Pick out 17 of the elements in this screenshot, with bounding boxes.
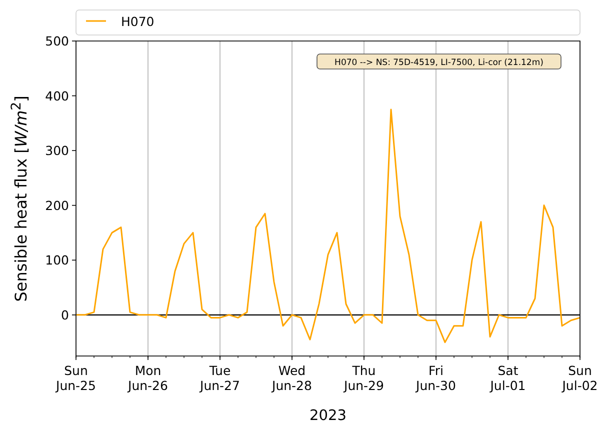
tick-label: Fri Jun-30 (416, 363, 456, 393)
tick-label: Wed Jun-28 (272, 363, 312, 393)
x-axis-label: 2023 (310, 408, 346, 424)
tick-label: 0 (61, 307, 69, 322)
tick-label: 400 (45, 88, 69, 104)
tick-label: Sun Jul-02 (562, 363, 598, 393)
annotation-text: H070 --> NS: 75D-4519, LI-7500, Li-cor (21.12m) (334, 58, 544, 68)
tick-label: Sat Jul-01 (490, 363, 526, 393)
tick-label: Thu Jun-29 (344, 363, 384, 393)
tick-label: Tue Jun-27 (200, 363, 240, 393)
tick-label: 100 (45, 252, 69, 268)
tick-label: 200 (45, 198, 69, 213)
tick-label: Sun Jun-25 (56, 363, 96, 393)
tick-label: 300 (45, 143, 69, 158)
tick-label: Mon Jun-26 (128, 363, 168, 393)
legend-label: H070 (121, 14, 154, 29)
tick-label: 500 (45, 34, 69, 48)
